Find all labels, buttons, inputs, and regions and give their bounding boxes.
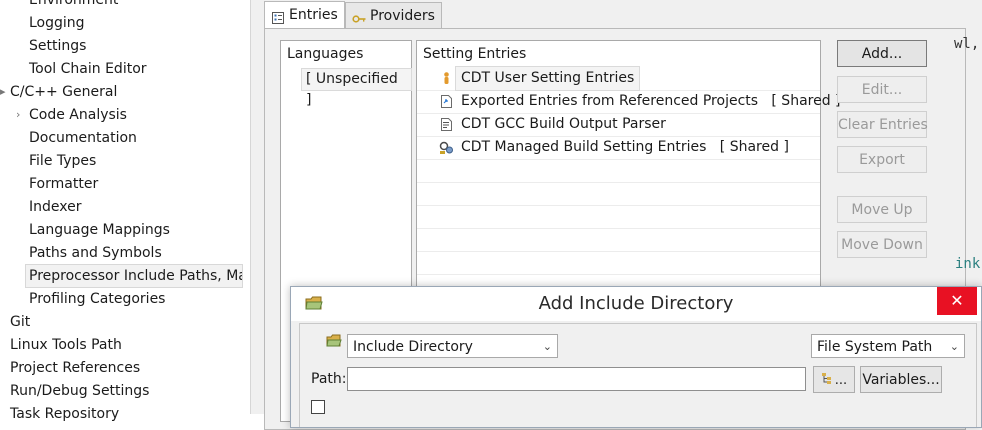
tree-item-indexer[interactable]: Indexer (29, 196, 81, 218)
tree-item-label: Settings (29, 38, 87, 54)
add-button[interactable]: Add... (837, 40, 927, 67)
collapse-chevron-icon[interactable]: ▸ (0, 81, 6, 103)
tree-item-tool-chain-editor[interactable]: Tool Chain Editor (29, 58, 147, 80)
export-doc-icon (439, 94, 454, 109)
list-item (417, 159, 820, 183)
checkbox[interactable] (311, 400, 325, 414)
tree-item-code-analysis[interactable]: Code Analysis (29, 104, 127, 126)
key-icon (352, 9, 366, 23)
entry-label: CDT User Setting Entries (454, 66, 641, 91)
tree-item-label: Project References (10, 360, 141, 376)
expand-chevron-icon[interactable]: › (16, 104, 20, 126)
tree-item-task-repository[interactable]: Task Repository (10, 403, 119, 425)
browse-button[interactable]: ... (813, 366, 855, 393)
list-item[interactable]: CDT GCC Build Output Parser (417, 113, 820, 137)
move-down-button[interactable]: Move Down (837, 231, 927, 258)
entry-label: CDT Managed Build Setting Entries [ Shar… (461, 139, 789, 155)
tree-item-label: Profiling Categories (29, 291, 166, 307)
tree-item-file-types[interactable]: File Types (29, 150, 96, 172)
settings-tree: Environment Logging Settings Tool Chain … (0, 0, 251, 422)
browse-tree-icon (821, 367, 835, 394)
tree-item-label: Indexer (29, 199, 82, 215)
tree-item-paths-and-symbols[interactable]: Paths and Symbols (29, 242, 162, 264)
list-item[interactable]: CDT User Setting Entries (417, 66, 820, 91)
parser-icon (439, 117, 454, 132)
include-folder-icon (326, 334, 342, 352)
tree-item-label: Environment (29, 0, 119, 8)
managed-build-icon (439, 140, 454, 155)
export-button[interactable]: Export (837, 146, 927, 173)
dialog-title: Add Include Directory (538, 293, 734, 314)
clear-entries-button[interactable]: Clear Entries (837, 111, 928, 138)
languages-header: Languages (287, 46, 364, 62)
tree-item-run-debug-settings[interactable]: Run/Debug Settings (10, 380, 149, 402)
tree-item-project-references[interactable]: Project References (10, 357, 140, 379)
entry-label: Exported Entries from Referenced Project… (461, 93, 841, 109)
tree-item-documentation[interactable]: Documentation (29, 127, 137, 149)
tab-providers[interactable]: Providers (345, 2, 442, 29)
tree-item-label: Paths and Symbols (29, 245, 162, 261)
entries-icon (271, 8, 285, 24)
tree-item-preprocessor-include-paths[interactable]: Preprocessor Include Paths, Mac (25, 264, 243, 288)
entry-kind-select[interactable]: Include Directory ⌄ (347, 334, 558, 358)
variables-button[interactable]: Variables... (860, 366, 942, 393)
tab-entries[interactable]: Entries (264, 1, 345, 30)
list-item (417, 228, 820, 252)
user-icon (439, 71, 454, 86)
tree-item-label: Preprocessor Include Paths, Mac (29, 268, 242, 284)
tree-item-label: Task Repository (10, 406, 120, 422)
entry-kind-value: Include Directory (353, 339, 473, 355)
tree-item-language-mappings[interactable]: Language Mappings (29, 219, 170, 241)
list-item (417, 251, 820, 275)
chevron-down-icon: ⌄ (542, 340, 552, 353)
list-item (417, 182, 820, 206)
tree-item-environment[interactable]: Environment (29, 0, 118, 11)
editor-code-fragment: ink (955, 256, 981, 272)
tree-item-settings[interactable]: Settings (29, 35, 86, 57)
tab-label: Entries (289, 7, 338, 23)
tree-item-label: Tool Chain Editor (29, 61, 147, 77)
tab-label: Providers (370, 8, 435, 24)
browse-label: ... (834, 373, 848, 388)
tree-item-label: Run/Debug Settings (10, 383, 150, 399)
chevron-down-icon: ⌄ (949, 340, 959, 353)
tree-item-label: Logging (29, 15, 85, 31)
tree-item-label: Language Mappings (29, 222, 170, 238)
editor-code-fragment: wl, (954, 36, 980, 52)
location-type-select[interactable]: File System Path ⌄ (811, 334, 965, 358)
close-button[interactable]: ✕ (937, 287, 977, 315)
tree-item-label: C/C++ General (10, 84, 118, 100)
tree-item-label: Documentation (29, 130, 137, 146)
list-item[interactable]: CDT Managed Build Setting Entries [ Shar… (417, 136, 820, 160)
setting-entries-header: Setting Entries (423, 46, 527, 62)
tree-item-label: Formatter (29, 176, 99, 192)
language-item[interactable]: [ Unspecified ] (301, 68, 412, 108)
tree-item-label: Code Analysis (29, 107, 127, 123)
tree-item-formatter[interactable]: Formatter (29, 173, 98, 195)
tree-item-logging[interactable]: Logging (29, 12, 85, 34)
dialog-titlebar[interactable]: Add Include Directory ✕ (291, 287, 981, 321)
tree-item-label: Linux Tools Path (10, 337, 122, 353)
add-include-directory-dialog: Add Include Directory ✕ Include Director… (290, 286, 982, 428)
list-item (417, 205, 820, 229)
dialog-body: Include Directory ⌄ File System Path ⌄ P… (299, 323, 977, 427)
language-item-label: [ Unspecified ] (306, 71, 398, 108)
tree-item-linux-tools-path[interactable]: Linux Tools Path (10, 334, 122, 356)
location-type-value: File System Path (817, 339, 933, 355)
edit-button[interactable]: Edit... (837, 76, 927, 103)
close-icon: ✕ (950, 291, 964, 310)
path-input[interactable] (347, 367, 806, 391)
entry-label: CDT GCC Build Output Parser (461, 116, 666, 132)
path-label: Path: (311, 371, 347, 387)
list-item[interactable]: Exported Entries from Referenced Project… (417, 90, 841, 114)
move-up-button[interactable]: Move Up (837, 196, 927, 223)
tree-item-label: File Types (29, 153, 97, 169)
tree-item-label: Git (10, 314, 31, 330)
tree-item-cpp-general[interactable]: C/C++ General (10, 81, 117, 103)
tree-item-git[interactable]: Git (10, 311, 30, 333)
tree-item-profiling-categories[interactable]: Profiling Categories (29, 288, 165, 310)
